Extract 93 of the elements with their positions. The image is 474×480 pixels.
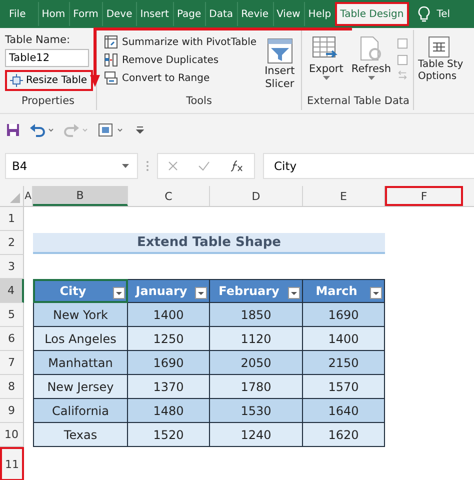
ribbon-tab[interactable]: Data — [205, 2, 236, 26]
customize-icon[interactable] — [136, 125, 144, 135]
table-name-field[interactable]: Table12 — [5, 49, 89, 67]
ribbon-tab[interactable]: File — [6, 2, 29, 26]
table-cell: Manhattan — [33, 351, 128, 375]
remove-duplicates-icon — [104, 53, 118, 67]
group-label: Properties — [20, 95, 76, 109]
tools-command[interactable]: Convert to Range — [102, 70, 259, 86]
table-cell: 1400 — [128, 303, 210, 327]
resize-icon — [10, 74, 23, 87]
table-cell: 1120 — [210, 327, 303, 351]
table-cell: 1530 — [210, 399, 303, 423]
ribbon-tab[interactable]: Table Design — [335, 2, 409, 26]
table-cell: Texas — [33, 423, 128, 447]
column-header[interactable]: D — [210, 186, 303, 206]
table-cell: New York — [33, 303, 128, 327]
table-cell: 1250 — [128, 327, 210, 351]
row-header[interactable]: 2 — [0, 231, 24, 255]
table-cell: 1480 — [128, 399, 210, 423]
tell-me-label[interactable]: Tel — [436, 8, 450, 20]
tools-command[interactable]: Summarize with PivotTable — [102, 34, 259, 50]
table-cell: 1370 — [128, 375, 210, 399]
undo-icon[interactable] — [30, 123, 54, 137]
table-cell: 1400 — [303, 327, 385, 351]
ribbon-tab[interactable]: Revie — [237, 2, 272, 26]
formula-field[interactable]: City — [263, 153, 474, 179]
group-label: External Table Data — [307, 95, 408, 109]
ribbon-tab[interactable]: Deve — [102, 2, 136, 26]
table-cell: 1690 — [128, 351, 210, 375]
pivot-table-icon — [104, 35, 118, 49]
table-style-icon — [428, 36, 450, 58]
row-header[interactable]: 3 — [0, 255, 24, 279]
caret-icon — [122, 164, 129, 168]
filter-dropdown-icon[interactable] — [195, 287, 207, 299]
ribbon-tab[interactable]: Hom — [38, 2, 68, 26]
resize-table-button[interactable]: Resize Table — [5, 70, 93, 91]
table-header-cell: January — [128, 279, 210, 303]
table-cell: 1520 — [128, 423, 210, 447]
ribbon-tab[interactable]: View — [272, 2, 304, 26]
function-icon[interactable] — [230, 160, 244, 172]
ribbon-tab[interactable]: Form — [69, 2, 102, 26]
table-cell: 2150 — [303, 351, 385, 375]
slicer-icon — [266, 38, 293, 64]
sheet-title: Extend Table Shape — [33, 233, 385, 254]
table-cell: 1780 — [210, 375, 303, 399]
filter-dropdown-icon[interactable] — [288, 287, 300, 299]
save-icon[interactable] — [6, 123, 20, 137]
convert-range-icon — [104, 71, 118, 85]
row-header[interactable]: 11 — [0, 447, 24, 480]
table-cell: New Jersey — [33, 375, 128, 399]
table-header-cell: March — [303, 279, 385, 303]
tools-command[interactable]: Remove Duplicates — [102, 52, 259, 68]
column-header[interactable]: C — [128, 186, 210, 206]
ribbon-button[interactable]: Refresh — [349, 34, 394, 84]
group-label: Tools — [185, 95, 213, 109]
table-cell: 1640 — [303, 399, 385, 423]
ribbon-button[interactable]: Export — [307, 34, 346, 84]
filter-dropdown-icon[interactable] — [113, 287, 125, 299]
table-style-options-button[interactable]: Table Sty Options — [416, 34, 474, 84]
triangle-icon — [10, 193, 20, 203]
insert-slicer-button[interactable]: Insert Slicer — [262, 34, 297, 92]
ribbon-tab[interactable]: Page — [172, 2, 204, 26]
table-cell: 1570 — [303, 375, 385, 399]
table-cell: California — [33, 399, 128, 423]
caret-icon — [322, 76, 330, 80]
table-name-label: Table Name: — [5, 34, 72, 46]
table-cell: 1620 — [303, 423, 385, 447]
table-cell: 1690 — [303, 303, 385, 327]
caret-icon — [368, 76, 375, 80]
redo-icon — [64, 123, 88, 137]
table-cell: 2050 — [210, 351, 303, 375]
ribbon-tab[interactable]: Help — [304, 2, 334, 26]
table-header-cell: City — [33, 279, 128, 303]
table-cell: Los Angeles — [33, 327, 128, 351]
column-header[interactable]: E — [303, 186, 385, 206]
column-header[interactable]: F — [385, 186, 463, 206]
row-header[interactable]: 6 — [0, 327, 24, 351]
grip-icon — [146, 160, 149, 172]
name-box[interactable]: B4 — [5, 153, 138, 179]
filter-dropdown-icon[interactable] — [370, 287, 382, 299]
table-cell: 1850 — [210, 303, 303, 327]
ribbon-tab[interactable]: Insert — [136, 2, 172, 26]
table-header-cell: February — [210, 279, 303, 303]
column-header[interactable]: B — [33, 186, 128, 206]
lightbulb-icon — [418, 6, 430, 22]
row-header[interactable]: 9 — [0, 399, 24, 423]
table-cell: 1240 — [210, 423, 303, 447]
row-header[interactable]: 10 — [0, 423, 24, 447]
row-header[interactable]: 8 — [0, 375, 24, 399]
row-header[interactable]: 4 — [0, 279, 24, 303]
row-header[interactable]: 5 — [0, 303, 24, 327]
row-header[interactable]: 1 — [0, 207, 24, 231]
row-header[interactable]: 7 — [0, 351, 24, 375]
